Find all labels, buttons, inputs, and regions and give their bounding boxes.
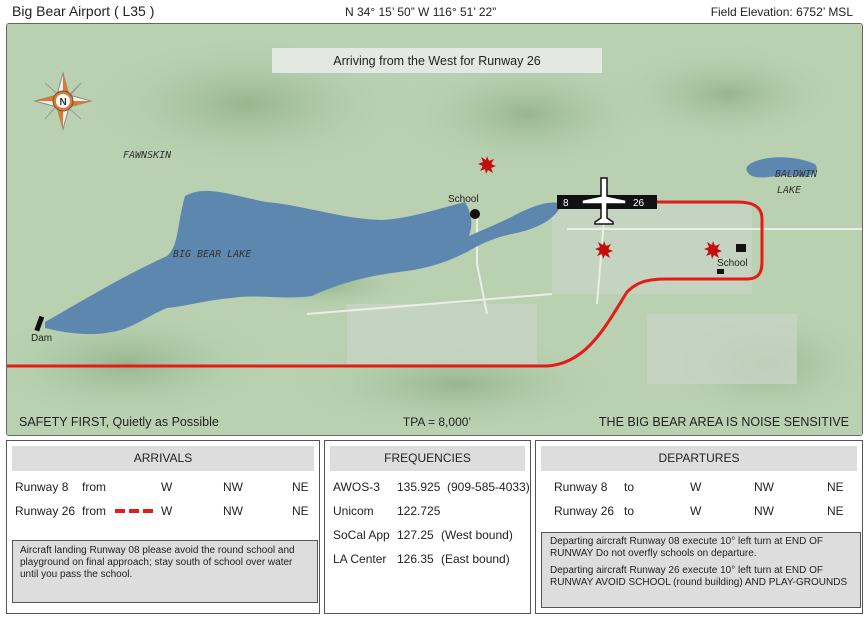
runway-26-label: 26 bbox=[633, 198, 645, 209]
airport-title: Big Bear Airport ( L35 ) bbox=[12, 3, 155, 19]
freq-awos-phone: (909-585-4033) bbox=[447, 480, 530, 494]
departure-runway-8: Runway 8 bbox=[554, 480, 608, 494]
school-north-label: School bbox=[448, 194, 479, 205]
freq-awos-value: 135.925 bbox=[397, 480, 441, 494]
runway-8-label: 8 bbox=[563, 198, 569, 209]
map-svg: 8 26 School School Dam FAWNSKIN BIG BEAR… bbox=[7, 24, 862, 435]
departures-note-2: Departing aircraft Runway 26 execute 10°… bbox=[550, 565, 848, 588]
field-elevation: Field Elevation: 6752’ MSL bbox=[710, 5, 853, 19]
fawnskin-label: FAWNSKIN bbox=[123, 150, 172, 161]
school-east-label: School bbox=[717, 258, 748, 269]
arrivals-note: Aircraft landing Runway 08 please avoid … bbox=[12, 540, 318, 603]
school-round-building bbox=[470, 209, 480, 219]
compass-north-letter: N bbox=[60, 97, 67, 108]
dam-label: Dam bbox=[31, 333, 52, 344]
arrival-8-ne: NE bbox=[292, 480, 309, 494]
arrival-26-ne: NE bbox=[292, 504, 309, 518]
arrival-runway-26: Runway 26 bbox=[15, 504, 76, 518]
departure-8-ne: NE bbox=[827, 480, 844, 494]
baldwin-label-1: BALDWIN bbox=[775, 169, 818, 180]
freq-lacenter-value: 126.35 bbox=[397, 552, 434, 566]
arrivals-title: ARRIVALS bbox=[12, 446, 314, 471]
arrival-8-from: from bbox=[82, 480, 106, 494]
departures-panel: DEPARTURES Runway 8 to W NW NE Runway 26… bbox=[535, 440, 863, 614]
big-bear-lake-label: BIG BEAR LAKE bbox=[173, 249, 251, 260]
departures-note-1: Departing aircraft Runway 08 execute 10°… bbox=[550, 536, 824, 559]
departure-26-ne: NE bbox=[827, 504, 844, 518]
departure-runway-26: Runway 26 bbox=[554, 504, 615, 518]
header: Big Bear Airport ( L35 ) N 34° 15’ 50” W… bbox=[0, 0, 867, 22]
departures-notes: Departing aircraft Runway 08 execute 10°… bbox=[541, 532, 861, 608]
arrivals-panel: ARRIVALS Runway 8 from W NW NE Runway 26… bbox=[6, 440, 320, 614]
frequencies-panel: FREQUENCIES AWOS-3 135.925 (909-585-4033… bbox=[324, 440, 531, 614]
arrival-26-nw: NW bbox=[223, 504, 243, 518]
footer-right: THE BIG BEAR AREA IS NOISE SENSITIVE bbox=[599, 415, 849, 429]
freq-socal-note: (West bound) bbox=[441, 528, 513, 542]
departure-26-nw: NW bbox=[754, 504, 774, 518]
approach-map: 8 26 School School Dam FAWNSKIN BIG BEAR… bbox=[6, 23, 863, 436]
arrival-8-nw: NW bbox=[223, 480, 243, 494]
freq-lacenter-note: (East bound) bbox=[441, 552, 510, 566]
departure-26-w: W bbox=[690, 504, 702, 518]
arrival-26-from: from bbox=[82, 504, 106, 518]
arrival-8-w: W bbox=[161, 480, 173, 494]
freq-unicom-value: 122.725 bbox=[397, 504, 441, 518]
departure-8-w: W bbox=[690, 480, 702, 494]
footer-center: TPA = 8,000’ bbox=[403, 415, 471, 429]
departure-8-to: to bbox=[624, 480, 635, 494]
freq-unicom-name: Unicom bbox=[333, 504, 374, 518]
arrival-runway-8: Runway 8 bbox=[15, 480, 69, 494]
freq-awos-name: AWOS-3 bbox=[333, 480, 380, 494]
freq-socal-value: 127.25 bbox=[397, 528, 434, 542]
baldwin-label-2: LAKE bbox=[777, 185, 801, 196]
banner-text: Arriving from the West for Runway 26 bbox=[333, 54, 541, 68]
freq-lacenter-name: LA Center bbox=[333, 552, 387, 566]
arrival-26-w: W bbox=[161, 504, 173, 518]
frequencies-title: FREQUENCIES bbox=[330, 446, 525, 471]
departure-8-nw: NW bbox=[754, 480, 774, 494]
footer-left: SAFETY FIRST, Quietly as Possible bbox=[19, 415, 219, 429]
coordinates: N 34° 15’ 50” W 116° 51’ 22” bbox=[345, 5, 497, 19]
dashed-route-legend bbox=[115, 509, 157, 513]
departures-title: DEPARTURES bbox=[541, 446, 857, 471]
departure-26-to: to bbox=[624, 504, 635, 518]
freq-socal-name: SoCal App bbox=[333, 528, 390, 542]
school-east-building bbox=[736, 244, 746, 252]
school-east-building-2 bbox=[717, 269, 724, 274]
